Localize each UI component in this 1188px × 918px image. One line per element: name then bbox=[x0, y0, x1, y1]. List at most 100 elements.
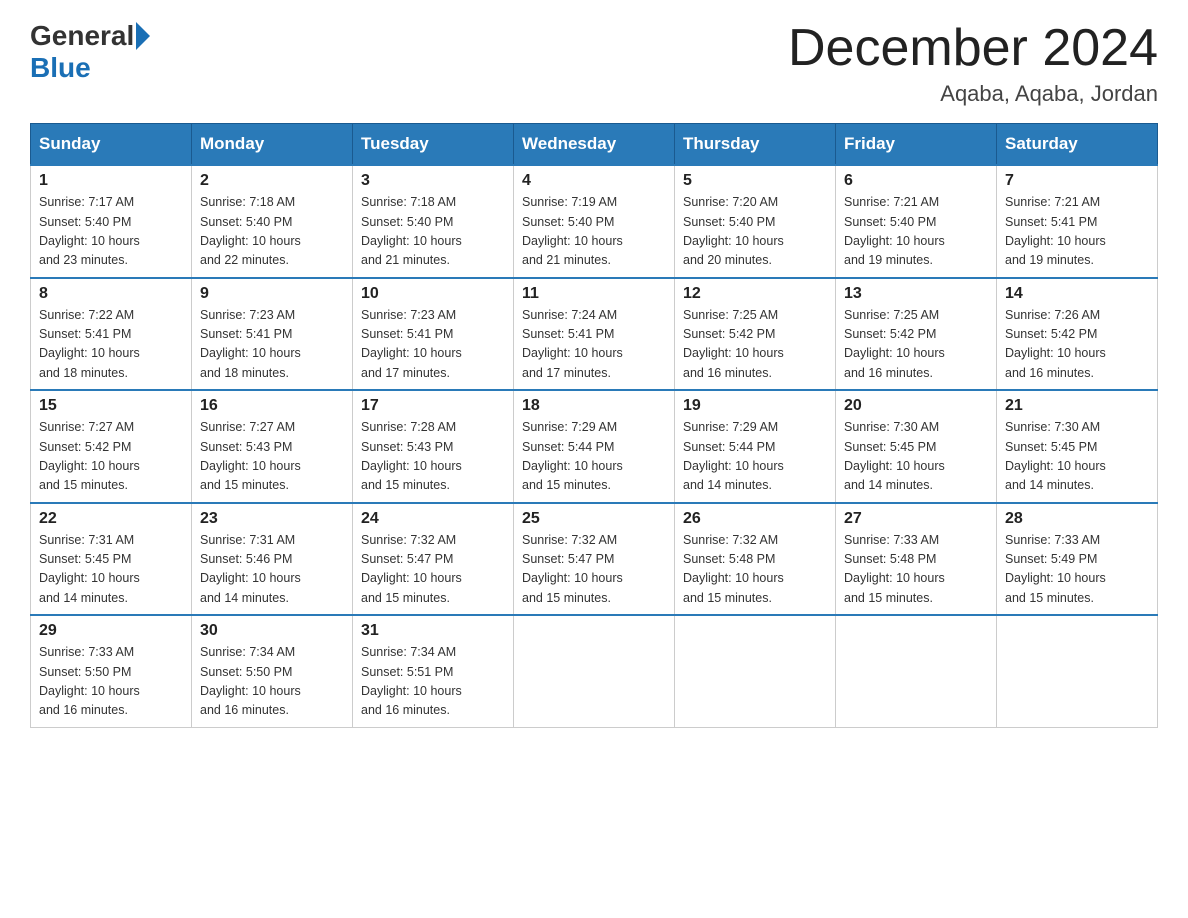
calendar-cell: 5 Sunrise: 7:20 AMSunset: 5:40 PMDayligh… bbox=[675, 165, 836, 278]
day-info: Sunrise: 7:23 AMSunset: 5:41 PMDaylight:… bbox=[361, 308, 462, 380]
day-number: 20 bbox=[844, 397, 988, 415]
day-number: 21 bbox=[1005, 397, 1149, 415]
day-info: Sunrise: 7:22 AMSunset: 5:41 PMDaylight:… bbox=[39, 308, 140, 380]
calendar-cell: 4 Sunrise: 7:19 AMSunset: 5:40 PMDayligh… bbox=[514, 165, 675, 278]
location-subtitle: Aqaba, Aqaba, Jordan bbox=[788, 81, 1158, 107]
day-number: 27 bbox=[844, 510, 988, 528]
calendar-cell bbox=[514, 615, 675, 727]
day-number: 10 bbox=[361, 285, 505, 303]
day-info: Sunrise: 7:21 AMSunset: 5:41 PMDaylight:… bbox=[1005, 195, 1106, 267]
calendar-cell: 20 Sunrise: 7:30 AMSunset: 5:45 PMDaylig… bbox=[836, 390, 997, 503]
logo-general-text: General bbox=[30, 20, 134, 52]
day-number: 31 bbox=[361, 622, 505, 640]
column-header-monday: Monday bbox=[192, 124, 353, 166]
day-info: Sunrise: 7:20 AMSunset: 5:40 PMDaylight:… bbox=[683, 195, 784, 267]
day-info: Sunrise: 7:27 AMSunset: 5:43 PMDaylight:… bbox=[200, 420, 301, 492]
day-number: 9 bbox=[200, 285, 344, 303]
day-number: 26 bbox=[683, 510, 827, 528]
day-info: Sunrise: 7:18 AMSunset: 5:40 PMDaylight:… bbox=[200, 195, 301, 267]
calendar-cell: 7 Sunrise: 7:21 AMSunset: 5:41 PMDayligh… bbox=[997, 165, 1158, 278]
day-info: Sunrise: 7:33 AMSunset: 5:50 PMDaylight:… bbox=[39, 645, 140, 717]
day-number: 5 bbox=[683, 172, 827, 190]
calendar-cell: 24 Sunrise: 7:32 AMSunset: 5:47 PMDaylig… bbox=[353, 503, 514, 616]
calendar-week-row: 29 Sunrise: 7:33 AMSunset: 5:50 PMDaylig… bbox=[31, 615, 1158, 727]
day-info: Sunrise: 7:18 AMSunset: 5:40 PMDaylight:… bbox=[361, 195, 462, 267]
day-number: 29 bbox=[39, 622, 183, 640]
column-header-thursday: Thursday bbox=[675, 124, 836, 166]
logo-arrow-icon bbox=[136, 22, 150, 50]
day-number: 1 bbox=[39, 172, 183, 190]
day-number: 23 bbox=[200, 510, 344, 528]
column-header-sunday: Sunday bbox=[31, 124, 192, 166]
title-area: December 2024 Aqaba, Aqaba, Jordan bbox=[788, 20, 1158, 107]
day-info: Sunrise: 7:19 AMSunset: 5:40 PMDaylight:… bbox=[522, 195, 623, 267]
day-info: Sunrise: 7:25 AMSunset: 5:42 PMDaylight:… bbox=[844, 308, 945, 380]
calendar-table: SundayMondayTuesdayWednesdayThursdayFrid… bbox=[30, 123, 1158, 728]
day-info: Sunrise: 7:30 AMSunset: 5:45 PMDaylight:… bbox=[1005, 420, 1106, 492]
calendar-cell: 10 Sunrise: 7:23 AMSunset: 5:41 PMDaylig… bbox=[353, 278, 514, 391]
day-info: Sunrise: 7:32 AMSunset: 5:47 PMDaylight:… bbox=[361, 533, 462, 605]
day-info: Sunrise: 7:33 AMSunset: 5:49 PMDaylight:… bbox=[1005, 533, 1106, 605]
calendar-cell: 25 Sunrise: 7:32 AMSunset: 5:47 PMDaylig… bbox=[514, 503, 675, 616]
calendar-cell: 11 Sunrise: 7:24 AMSunset: 5:41 PMDaylig… bbox=[514, 278, 675, 391]
calendar-cell: 27 Sunrise: 7:33 AMSunset: 5:48 PMDaylig… bbox=[836, 503, 997, 616]
calendar-cell: 17 Sunrise: 7:28 AMSunset: 5:43 PMDaylig… bbox=[353, 390, 514, 503]
calendar-week-row: 15 Sunrise: 7:27 AMSunset: 5:42 PMDaylig… bbox=[31, 390, 1158, 503]
calendar-cell: 26 Sunrise: 7:32 AMSunset: 5:48 PMDaylig… bbox=[675, 503, 836, 616]
calendar-cell: 1 Sunrise: 7:17 AMSunset: 5:40 PMDayligh… bbox=[31, 165, 192, 278]
calendar-cell: 19 Sunrise: 7:29 AMSunset: 5:44 PMDaylig… bbox=[675, 390, 836, 503]
calendar-week-row: 1 Sunrise: 7:17 AMSunset: 5:40 PMDayligh… bbox=[31, 165, 1158, 278]
column-header-tuesday: Tuesday bbox=[353, 124, 514, 166]
day-number: 14 bbox=[1005, 285, 1149, 303]
calendar-cell bbox=[836, 615, 997, 727]
calendar-cell: 12 Sunrise: 7:25 AMSunset: 5:42 PMDaylig… bbox=[675, 278, 836, 391]
calendar-cell: 31 Sunrise: 7:34 AMSunset: 5:51 PMDaylig… bbox=[353, 615, 514, 727]
day-number: 6 bbox=[844, 172, 988, 190]
calendar-cell: 8 Sunrise: 7:22 AMSunset: 5:41 PMDayligh… bbox=[31, 278, 192, 391]
day-info: Sunrise: 7:17 AMSunset: 5:40 PMDaylight:… bbox=[39, 195, 140, 267]
day-number: 15 bbox=[39, 397, 183, 415]
day-number: 24 bbox=[361, 510, 505, 528]
day-number: 16 bbox=[200, 397, 344, 415]
calendar-week-row: 22 Sunrise: 7:31 AMSunset: 5:45 PMDaylig… bbox=[31, 503, 1158, 616]
calendar-cell: 29 Sunrise: 7:33 AMSunset: 5:50 PMDaylig… bbox=[31, 615, 192, 727]
calendar-cell: 9 Sunrise: 7:23 AMSunset: 5:41 PMDayligh… bbox=[192, 278, 353, 391]
calendar-cell: 30 Sunrise: 7:34 AMSunset: 5:50 PMDaylig… bbox=[192, 615, 353, 727]
calendar-cell: 18 Sunrise: 7:29 AMSunset: 5:44 PMDaylig… bbox=[514, 390, 675, 503]
day-number: 12 bbox=[683, 285, 827, 303]
day-number: 2 bbox=[200, 172, 344, 190]
calendar-cell bbox=[675, 615, 836, 727]
calendar-cell: 13 Sunrise: 7:25 AMSunset: 5:42 PMDaylig… bbox=[836, 278, 997, 391]
calendar-cell bbox=[997, 615, 1158, 727]
day-number: 22 bbox=[39, 510, 183, 528]
logo-blue-text: Blue bbox=[30, 52, 91, 84]
calendar-cell: 3 Sunrise: 7:18 AMSunset: 5:40 PMDayligh… bbox=[353, 165, 514, 278]
day-number: 19 bbox=[683, 397, 827, 415]
calendar-cell: 14 Sunrise: 7:26 AMSunset: 5:42 PMDaylig… bbox=[997, 278, 1158, 391]
day-number: 28 bbox=[1005, 510, 1149, 528]
day-number: 25 bbox=[522, 510, 666, 528]
day-info: Sunrise: 7:25 AMSunset: 5:42 PMDaylight:… bbox=[683, 308, 784, 380]
day-info: Sunrise: 7:27 AMSunset: 5:42 PMDaylight:… bbox=[39, 420, 140, 492]
calendar-cell: 21 Sunrise: 7:30 AMSunset: 5:45 PMDaylig… bbox=[997, 390, 1158, 503]
day-number: 18 bbox=[522, 397, 666, 415]
day-number: 3 bbox=[361, 172, 505, 190]
month-title: December 2024 bbox=[788, 20, 1158, 77]
day-info: Sunrise: 7:34 AMSunset: 5:51 PMDaylight:… bbox=[361, 645, 462, 717]
calendar-cell: 28 Sunrise: 7:33 AMSunset: 5:49 PMDaylig… bbox=[997, 503, 1158, 616]
day-number: 11 bbox=[522, 285, 666, 303]
day-number: 4 bbox=[522, 172, 666, 190]
calendar-header-row: SundayMondayTuesdayWednesdayThursdayFrid… bbox=[31, 124, 1158, 166]
calendar-week-row: 8 Sunrise: 7:22 AMSunset: 5:41 PMDayligh… bbox=[31, 278, 1158, 391]
calendar-cell: 6 Sunrise: 7:21 AMSunset: 5:40 PMDayligh… bbox=[836, 165, 997, 278]
day-number: 30 bbox=[200, 622, 344, 640]
day-number: 13 bbox=[844, 285, 988, 303]
day-info: Sunrise: 7:24 AMSunset: 5:41 PMDaylight:… bbox=[522, 308, 623, 380]
day-info: Sunrise: 7:23 AMSunset: 5:41 PMDaylight:… bbox=[200, 308, 301, 380]
day-info: Sunrise: 7:33 AMSunset: 5:48 PMDaylight:… bbox=[844, 533, 945, 605]
day-number: 17 bbox=[361, 397, 505, 415]
logo: General Blue bbox=[30, 20, 152, 84]
day-number: 7 bbox=[1005, 172, 1149, 190]
day-info: Sunrise: 7:31 AMSunset: 5:46 PMDaylight:… bbox=[200, 533, 301, 605]
day-info: Sunrise: 7:29 AMSunset: 5:44 PMDaylight:… bbox=[522, 420, 623, 492]
